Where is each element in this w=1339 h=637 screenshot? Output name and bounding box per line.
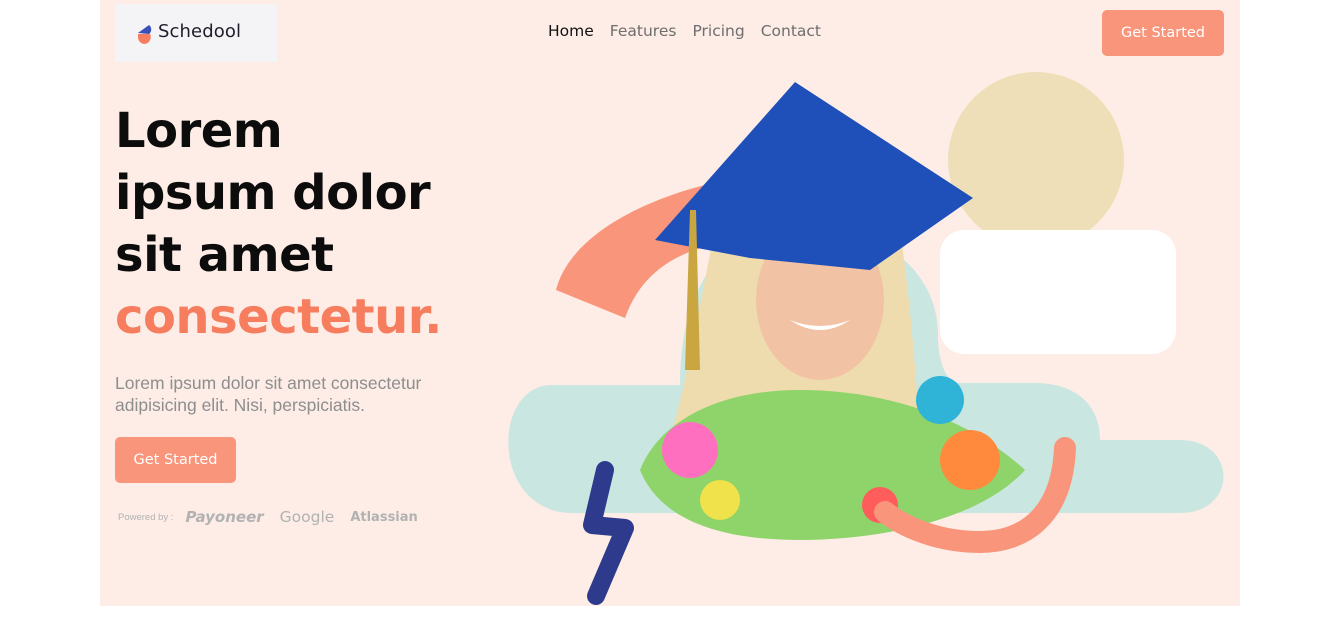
powered-by-row: Powered by : Payoneer Google Atlassian	[118, 508, 434, 526]
payoneer-logo: Payoneer	[185, 508, 264, 526]
nav-contact[interactable]: Contact	[761, 22, 821, 40]
brand-logo[interactable]: Schedool	[115, 4, 277, 62]
hero-headline: Lorem ipsum dolor sit amet consectetur.	[115, 100, 442, 348]
headline-line-3: sit amet	[115, 227, 334, 283]
hero-subtext: Lorem ipsum dolor sit amet consectetur a…	[115, 373, 422, 415]
nav-home[interactable]: Home	[548, 22, 594, 40]
nav-features[interactable]: Features	[610, 22, 677, 40]
cap-board	[655, 82, 973, 270]
main-nav: Home Features Pricing Contact	[548, 22, 821, 40]
headline-line-2: ipsum dolor	[115, 165, 431, 221]
headline-accent: consectetur.	[115, 289, 442, 345]
google-logo: Google	[279, 508, 335, 526]
landing-page: Schedool Home Features Pricing Contact G…	[100, 0, 1240, 606]
hero-get-started-button[interactable]: Get Started	[115, 437, 236, 483]
white-block-shape	[940, 230, 1176, 354]
sand-circle-shape	[948, 72, 1124, 248]
brand-name: Schedool	[158, 21, 242, 42]
header-get-started-button[interactable]: Get Started	[1102, 10, 1224, 56]
headline-line-1: Lorem	[115, 103, 283, 159]
nav-pricing[interactable]: Pricing	[692, 22, 744, 40]
atlassian-logo: Atlassian	[350, 509, 418, 525]
powered-by-label: Powered by :	[118, 511, 174, 523]
schedool-logo-icon	[138, 25, 152, 44]
